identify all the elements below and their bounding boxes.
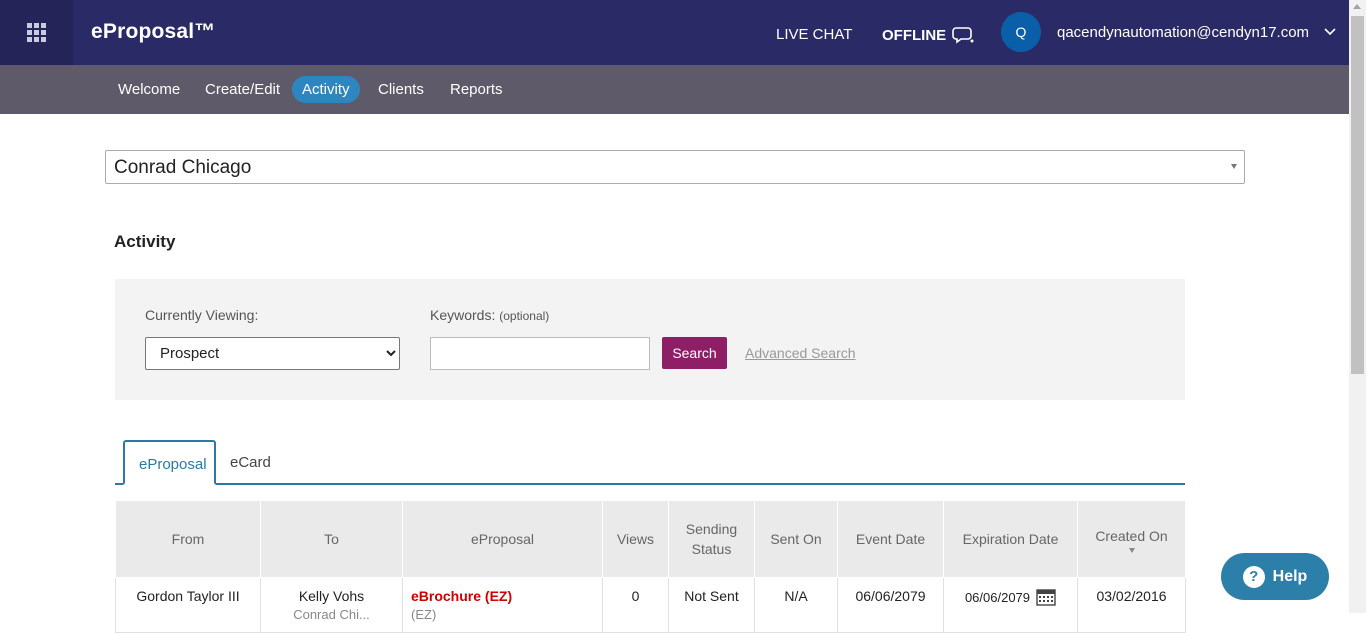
col-header-sending-status[interactable]: Sending Status [668,500,755,578]
nav-item-reports[interactable]: Reports [440,76,513,103]
nav-item-welcome[interactable]: Welcome [108,76,190,103]
currently-viewing-label: Currently Viewing: [145,307,259,323]
eproposal-sub: (EZ) [411,607,437,622]
keywords-label-text: Keywords: [430,307,496,323]
col-header-views[interactable]: Views [602,500,669,578]
col-header-from[interactable]: From [115,500,261,578]
created-on-label: Created On [1095,527,1168,544]
col-header-eproposal[interactable]: eProposal [402,500,603,578]
col-header-sent-on[interactable]: Sent On [754,500,838,578]
expiration-date-value: 06/06/2079 [964,589,1031,605]
cell-views: 0 [602,577,669,633]
help-button[interactable]: ? Help [1221,553,1329,600]
nav-item-clients[interactable]: Clients [368,76,434,103]
chevron-down-icon[interactable] [1324,28,1336,36]
cell-to-sub: Conrad Chi... [293,607,370,622]
sort-desc-icon [1128,547,1135,553]
user-email[interactable]: qacendynautomation@cendyn17.com [1057,24,1309,41]
keywords-input[interactable] [430,337,650,370]
live-chat-link[interactable]: LIVE CHAT [776,26,852,43]
tabs-divider [115,483,1185,485]
table-header-row: From To eProposal Views Sending Status S… [115,500,1186,578]
chat-bubble-icon [952,27,974,44]
cell-eproposal: eBrochure (EZ) (EZ) [402,577,603,633]
col-header-to[interactable]: To [260,500,403,578]
question-icon: ? [1242,565,1265,588]
col-header-event-date[interactable]: Event Date [837,500,944,578]
col-header-created-on[interactable]: Created On [1077,500,1186,578]
grid-icon [27,23,46,42]
currently-viewing-select[interactable]: Prospect [145,337,400,370]
keywords-optional-text: (optional) [499,309,550,323]
eproposal-link[interactable]: eBrochure (EZ) [411,588,512,604]
activity-table: From To eProposal Views Sending Status S… [115,500,1186,633]
search-button[interactable]: Search [662,337,727,369]
cell-sent-on: N/A [754,577,838,633]
scroll-up-arrow-icon[interactable] [1353,4,1361,9]
offline-status[interactable]: OFFLINE [882,26,974,44]
page-scrollbar[interactable] [1349,0,1366,613]
dropdown-arrow-icon [1231,164,1237,169]
help-label: Help [1272,567,1308,585]
cell-expiration-date: 06/06/2079 [943,577,1078,633]
page-title: Activity [114,232,176,251]
cell-created-on: 03/02/2016 [1077,577,1186,633]
brand-logo: eProposal™ [91,20,216,43]
keywords-label: Keywords: (optional) [430,307,549,323]
app-launcher-button[interactable] [0,0,73,65]
col-header-expiration-date[interactable]: Expiration Date [943,500,1078,578]
calendar-icon[interactable] [1036,588,1056,606]
cell-event-date: 06/06/2079 [837,577,944,633]
tab-eproposal[interactable]: eProposal [123,440,216,485]
main-nav: Welcome Create/Edit Activity Clients Rep… [0,65,1349,114]
property-select-value: Conrad Chicago [114,157,252,178]
top-bar: eProposal™ LIVE CHAT OFFLINE Q qacendyna… [0,0,1349,65]
cell-to-name: Kelly Vohs [298,588,365,604]
property-select[interactable]: Conrad Chicago [105,150,1245,184]
scrollbar-thumb[interactable] [1351,16,1364,374]
table-row: Gordon Taylor III Kelly Vohs Conrad Chi.… [115,577,1186,633]
cell-to: Kelly Vohs Conrad Chi... [260,577,403,633]
nav-item-create-edit[interactable]: Create/Edit [195,76,290,103]
advanced-search-link[interactable]: Advanced Search [745,345,856,361]
tab-ecard[interactable]: eCard [216,440,285,485]
nav-item-activity[interactable]: Activity [292,76,360,103]
offline-label: OFFLINE [882,26,947,44]
cell-sending-status: Not Sent [668,577,755,633]
cell-from: Gordon Taylor III [115,577,261,633]
avatar[interactable]: Q [1001,12,1041,52]
